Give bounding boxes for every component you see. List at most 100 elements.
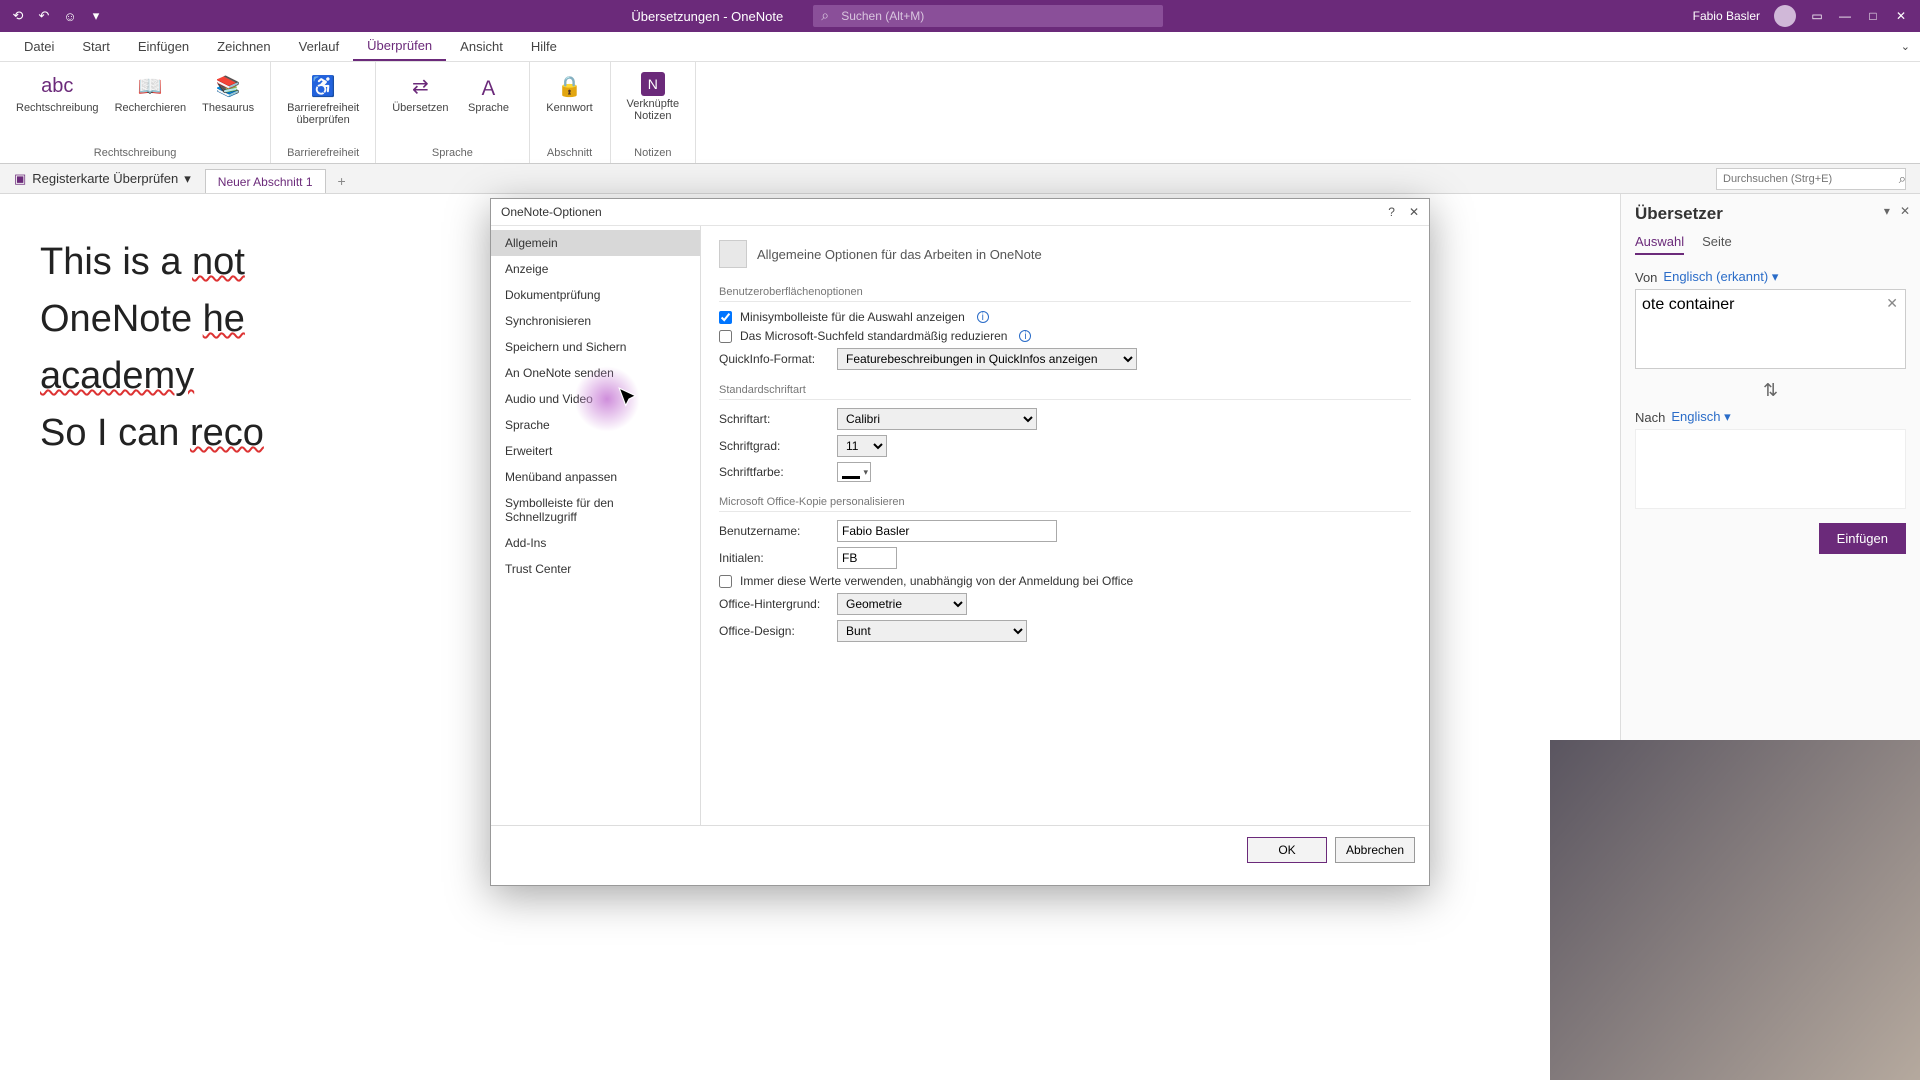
cb-always-use[interactable]	[719, 575, 732, 588]
nav-synchronisieren[interactable]: Synchronisieren	[491, 308, 700, 334]
tab-auswahl[interactable]: Auswahl	[1635, 234, 1684, 255]
font-color-button[interactable]: ▾	[837, 462, 871, 482]
redo-icon[interactable]: ☺	[62, 8, 78, 24]
undo-icon[interactable]: ↶	[36, 8, 52, 24]
research-button[interactable]: 📖Recherchieren	[109, 66, 193, 116]
nav-dokumentpruefung[interactable]: Dokumentprüfung	[491, 282, 700, 308]
section-tab[interactable]: Neuer Abschnitt 1	[205, 169, 326, 193]
avatar[interactable]	[1774, 5, 1796, 27]
text-err: he	[203, 298, 245, 340]
nav-sprache[interactable]: Sprache	[491, 412, 700, 438]
color-label: Schriftfarbe:	[719, 465, 829, 479]
spellcheck-button[interactable]: abcRechtschreibung	[10, 66, 105, 116]
menu-verlauf[interactable]: Verlauf	[285, 32, 353, 61]
nav-menueband[interactable]: Menüband anpassen	[491, 464, 700, 490]
minimize-icon[interactable]: —	[1838, 9, 1852, 23]
initials-input[interactable]	[837, 547, 897, 569]
tab-seite[interactable]: Seite	[1702, 234, 1732, 255]
thesaurus-button[interactable]: 📚Thesaurus	[196, 66, 260, 116]
username-input[interactable]	[837, 520, 1057, 542]
font-label: Schriftart:	[719, 412, 829, 426]
text-err: reco	[190, 412, 264, 454]
menu-datei[interactable]: Datei	[10, 32, 68, 61]
clear-text-icon[interactable]: ✕	[1886, 295, 1898, 312]
font-select[interactable]: Calibri	[837, 408, 1037, 430]
text: This is a	[40, 241, 192, 283]
menu-hilfe[interactable]: Hilfe	[517, 32, 571, 61]
username-label: Benutzername:	[719, 524, 829, 538]
bg-select[interactable]: Geometrie	[837, 593, 967, 615]
search-input[interactable]	[813, 5, 1163, 27]
group-language-label: Sprache	[432, 145, 473, 161]
ok-button[interactable]: OK	[1247, 837, 1327, 863]
nav-addins[interactable]: Add-Ins	[491, 530, 700, 556]
info-icon[interactable]: i	[977, 311, 989, 323]
source-text-input[interactable]: ote container	[1635, 289, 1906, 369]
quickinfo-select[interactable]: Featurebeschreibungen in QuickInfos anze…	[837, 348, 1137, 370]
from-label: Von	[1635, 270, 1657, 285]
password-button[interactable]: 🔒Kennwort	[540, 66, 600, 116]
quickinfo-label: QuickInfo-Format:	[719, 352, 829, 366]
bg-label: Office-Hintergrund:	[719, 597, 829, 611]
design-select[interactable]: Bunt	[837, 620, 1027, 642]
nav-an-onenote-senden[interactable]: An OneNote senden	[491, 360, 700, 386]
ribbon: abcRechtschreibung 📖Recherchieren 📚Thesa…	[0, 62, 1920, 164]
accessibility-button[interactable]: ♿Barrierefreiheit überprüfen	[281, 66, 365, 128]
from-language-selector[interactable]: Englisch (erkannt) ▾	[1663, 269, 1778, 285]
close-icon[interactable]: ✕	[1894, 9, 1908, 23]
size-select[interactable]: 11	[837, 435, 887, 457]
menu-start[interactable]: Start	[68, 32, 123, 61]
to-language-selector[interactable]: Englisch ▾	[1671, 409, 1730, 425]
nav-allgemein[interactable]: Allgemein	[491, 230, 700, 256]
group-section-label: Abschnitt	[547, 145, 592, 161]
nav-audio-video[interactable]: Audio und Video	[491, 386, 700, 412]
menu-zeichnen[interactable]: Zeichnen	[203, 32, 284, 61]
menu-ansicht[interactable]: Ansicht	[446, 32, 517, 61]
dialog-heading: Allgemeine Optionen für das Arbeiten in …	[719, 240, 1411, 268]
accessibility-label: Barrierefreiheit überprüfen	[287, 102, 359, 126]
section-personalize: Microsoft Office-Kopie personalisieren	[719, 496, 1411, 512]
panel-menu-icon[interactable]: ▾	[1884, 204, 1890, 218]
nav-trust-center[interactable]: Trust Center	[491, 556, 700, 582]
password-label: Kennwort	[546, 102, 592, 114]
ribbon-mode-icon[interactable]: ▭	[1810, 9, 1824, 23]
nav-erweitert[interactable]: Erweitert	[491, 438, 700, 464]
dialog-close-icon[interactable]: ✕	[1409, 205, 1419, 219]
autosave-icon[interactable]: ⟲	[10, 8, 26, 24]
user-name[interactable]: Fabio Basler	[1693, 9, 1760, 23]
target-text-output	[1635, 429, 1906, 509]
section-ui-options: Benutzeroberflächenoptionen	[719, 286, 1411, 302]
cb-minitoolbar[interactable]	[719, 311, 732, 324]
insert-button[interactable]: Einfügen	[1819, 523, 1906, 554]
search-pages-input[interactable]	[1716, 168, 1906, 190]
linked-notes-label: Verknüpfte Notizen	[627, 98, 680, 122]
qa-dropdown-icon[interactable]: ▾	[88, 8, 104, 24]
language-button[interactable]: ＡSprache	[459, 66, 519, 116]
notebook-bar: Registerkarte Überprüfen ▾ Neuer Abschni…	[0, 164, 1920, 194]
nav-anzeige[interactable]: Anzeige	[491, 256, 700, 282]
panel-close-icon[interactable]: ✕	[1900, 204, 1910, 218]
add-section-button[interactable]: +	[330, 169, 354, 193]
translate-label: Übersetzen	[392, 102, 448, 114]
cancel-button[interactable]: Abbrechen	[1335, 837, 1415, 863]
collapse-ribbon-icon[interactable]: ⌄	[1901, 40, 1910, 53]
group-spellcheck-label: Rechtschreibung	[94, 145, 177, 161]
info-icon[interactable]: i	[1019, 330, 1031, 342]
text-err: academy	[40, 355, 194, 397]
cb-searchfield[interactable]	[719, 330, 732, 343]
nav-schnellzugriff[interactable]: Symbolleiste für den Schnellzugriff	[491, 490, 700, 530]
nav-speichern[interactable]: Speichern und Sichern	[491, 334, 700, 360]
spellcheck-label: Rechtschreibung	[16, 102, 99, 114]
cb-minitoolbar-label: Minisymbolleiste für die Auswahl anzeige…	[740, 310, 965, 324]
menu-ueberpruefen[interactable]: Überprüfen	[353, 32, 446, 61]
maximize-icon[interactable]: □	[1866, 9, 1880, 23]
notebook-selector[interactable]: Registerkarte Überprüfen ▾	[0, 171, 205, 187]
menu-einfuegen[interactable]: Einfügen	[124, 32, 203, 61]
dialog-help-icon[interactable]: ?	[1388, 205, 1395, 219]
to-label: Nach	[1635, 410, 1665, 425]
size-label: Schriftgrad:	[719, 439, 829, 453]
swap-languages-button[interactable]: ⇅	[1635, 380, 1906, 401]
options-dialog: OneNote-Optionen ? ✕ Allgemein Anzeige D…	[490, 198, 1430, 886]
linked-notes-button[interactable]: NVerknüpfte Notizen	[621, 66, 686, 124]
translate-button[interactable]: ⇄Übersetzen	[386, 66, 454, 116]
